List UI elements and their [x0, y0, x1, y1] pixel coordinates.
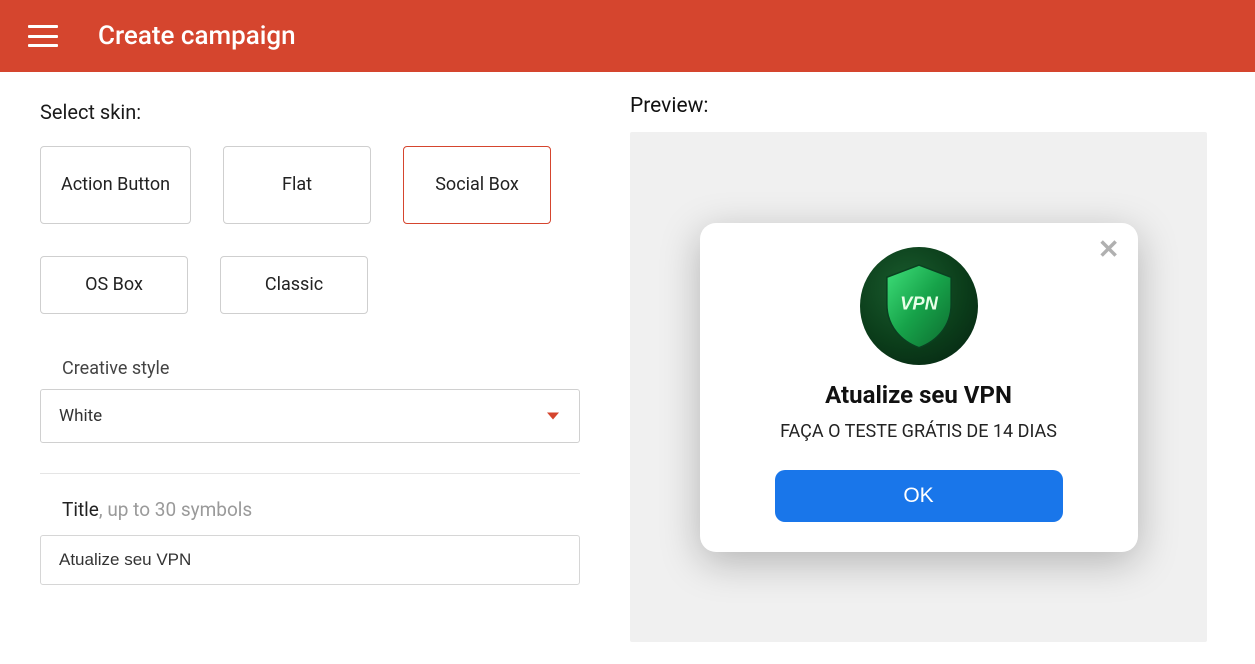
skin-option-flat[interactable]: Flat: [223, 146, 371, 224]
divider: [40, 473, 580, 474]
skin-option-classic[interactable]: Classic: [220, 256, 368, 314]
menu-icon[interactable]: [28, 25, 58, 47]
title-input[interactable]: [40, 535, 580, 585]
preview-ok-button[interactable]: OK: [775, 470, 1063, 522]
preview-title: Atualize seu VPN: [825, 381, 1012, 409]
app-header: Create campaign: [0, 0, 1255, 72]
chevron-down-icon: [547, 413, 559, 420]
preview-subtitle: FAÇA O TESTE GRÁTIS DE 14 DIAS: [780, 421, 1057, 442]
page-title: Create campaign: [98, 21, 296, 51]
skin-option-action-button[interactable]: Action Button: [40, 146, 191, 224]
creative-style-select[interactable]: White: [40, 389, 580, 443]
preview-label: Preview:: [630, 94, 1207, 118]
form-panel: Select skin: Action Button Flat Social B…: [0, 72, 610, 664]
svg-text:VPN: VPN: [900, 292, 938, 313]
creative-style-label: Creative style: [40, 358, 570, 379]
vpn-shield-icon: VPN: [860, 247, 978, 365]
skin-options: Action Button Flat Social Box OS Box Cla…: [40, 146, 570, 314]
title-field-label: Title, up to 30 symbols: [40, 498, 570, 521]
close-icon[interactable]: ✕: [1098, 237, 1120, 263]
preview-area: ✕ VPN Atualize seu V: [630, 132, 1207, 642]
preview-notification-card: ✕ VPN Atualize seu V: [700, 223, 1138, 552]
skin-option-social-box[interactable]: Social Box: [403, 146, 551, 224]
creative-style-value: White: [59, 406, 102, 426]
skin-label: Select skin:: [40, 100, 570, 124]
skin-option-os-box[interactable]: OS Box: [40, 256, 188, 314]
preview-panel: Preview: ✕ VPN: [610, 72, 1255, 664]
